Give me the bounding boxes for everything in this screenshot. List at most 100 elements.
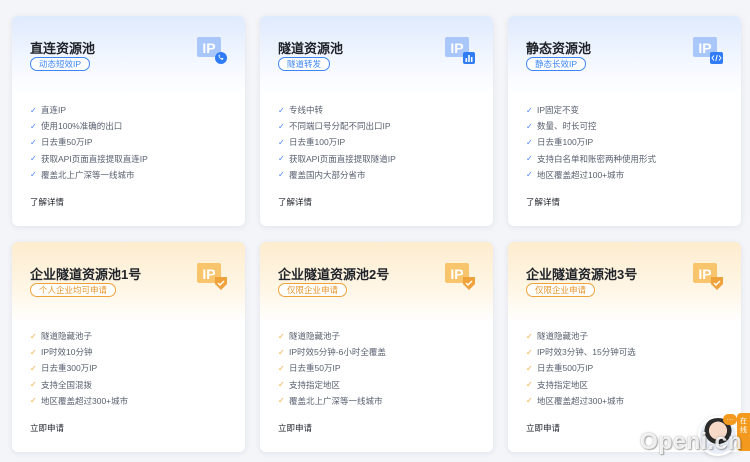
svg-text:IP: IP — [202, 266, 215, 282]
check-icon: ✓ — [30, 396, 37, 406]
check-icon: ✓ — [526, 396, 533, 406]
check-icon: ✓ — [526, 170, 533, 180]
card-badge: 仅限企业申请 — [278, 283, 348, 297]
check-icon: ✓ — [278, 154, 285, 164]
feature-item: ✓ 日去重50万IP — [278, 363, 341, 374]
feature-item: ✓ 日去重300万IP — [30, 363, 98, 374]
product-card-static-pool: 静态资源池 静态长效IP IP ✓ IP固定不变 ✓ 数量、时长可控 ✓ 日去重100… — [508, 16, 741, 226]
card-title: 静态资源池 — [526, 41, 592, 56]
apply-now-link[interactable]: 立即申请 — [30, 422, 64, 434]
ip-check-icon: IP — [197, 263, 227, 290]
feature-item: ✓ IP时效5分钟-6小时全覆盖 — [278, 347, 386, 358]
feature-item: ✓ 隧道隐藏池子 — [30, 331, 93, 342]
check-icon: ✓ — [526, 363, 533, 373]
card-badge: 仅限企业申请 — [526, 283, 596, 297]
check-icon: ✓ — [278, 105, 285, 115]
product-card-enterprise-pool-2: 企业隧道资源池2号 仅限企业申请 IP ✓ 隧道隐藏池子 ✓ IP时效5分钟-6小时… — [260, 242, 493, 452]
feature-item: ✓ 使用100%准确的出口 — [30, 121, 123, 132]
feature-list: ✓ 隧道隐藏池子 ✓ IP时效5分钟-6小时全覆盖 ✓ 日去重50万IP ✓ 支持指定地… — [278, 328, 386, 409]
feature-item: ✓ 专线中转 — [278, 105, 324, 116]
feature-item: ✓ 支持指定地区 — [526, 379, 589, 390]
feature-item: ✓ 支持指定地区 — [278, 379, 341, 390]
check-icon: ✓ — [30, 170, 37, 180]
feature-item: ✓ 获取API页面直接提取隧道IP — [278, 153, 396, 164]
check-icon: ✓ — [30, 331, 37, 341]
card-badge: 静态长效IP — [526, 57, 587, 71]
feature-item: ✓ 日去重50万IP — [30, 137, 93, 148]
svg-text:IP: IP — [450, 266, 463, 282]
check-icon: ✓ — [30, 137, 37, 147]
svg-text:IP: IP — [698, 40, 711, 56]
learn-more-link[interactable]: 了解详情 — [526, 196, 560, 208]
check-icon: ✓ — [526, 380, 533, 390]
check-icon: ✓ — [526, 154, 533, 164]
card-title: 隧道资源池 — [278, 41, 344, 56]
check-icon: ✓ — [278, 363, 285, 373]
ip-check-icon: IP — [693, 263, 723, 290]
feature-item: ✓ 隧道隐藏池子 — [526, 331, 589, 342]
product-card-tunnel-pool: 隧道资源池 隧道转发 IP ✓ 专线中转 ✓ 不同端口号分配不同出口IP ✓ 日去重1… — [260, 16, 493, 226]
svg-text:IP: IP — [202, 40, 215, 56]
feature-list: ✓ 隧道隐藏池子 ✓ IP时效3分钟、15分钟可选 ✓ 日去重500万IP ✓ 支持指定… — [526, 328, 636, 409]
feature-item: ✓ 不同端口号分配不同出口IP — [278, 121, 391, 132]
check-icon: ✓ — [526, 121, 533, 131]
check-icon: ✓ — [278, 121, 285, 131]
feature-item: ✓ 日去重100万IP — [278, 137, 346, 148]
check-icon: ✓ — [278, 396, 285, 406]
watermark: Openi.cn — [640, 428, 743, 454]
feature-list: ✓ 专线中转 ✓ 不同端口号分配不同出口IP ✓ 日去重100万IP ✓ 获取API页面… — [278, 102, 396, 183]
feature-item: ✓ 地区覆盖超过300+城市 — [526, 395, 625, 406]
apply-now-link[interactable]: 立即申请 — [278, 422, 312, 434]
card-title: 企业隧道资源池3号 — [526, 267, 638, 282]
feature-item: ✓ 支持白名单和账密两种使用形式 — [526, 153, 657, 164]
feature-list: ✓ IP固定不变 ✓ 数量、时长可控 ✓ 日去重100万IP ✓ 支持白名单和账密两种使… — [526, 102, 656, 183]
check-icon: ✓ — [30, 347, 37, 357]
check-icon: ✓ — [526, 105, 533, 115]
feature-item: ✓ 日去重500万IP — [526, 363, 594, 374]
card-title: 企业隧道资源池1号 — [30, 267, 142, 282]
check-icon: ✓ — [526, 347, 533, 357]
feature-item: ✓ 地区覆盖超过100+城市 — [526, 169, 625, 180]
feature-item: ✓ 日去重100万IP — [526, 137, 594, 148]
feature-item: ✓ 直连IP — [30, 105, 67, 116]
learn-more-link[interactable]: 了解详情 — [30, 196, 64, 208]
feature-item: ✓ 覆盖北上广深等一线城市 — [278, 395, 383, 406]
svg-text:IP: IP — [450, 40, 463, 56]
card-title: 企业隧道资源池2号 — [278, 267, 390, 282]
feature-item: ✓ 数量、时长可控 — [526, 121, 597, 132]
card-badge: 隧道转发 — [278, 57, 331, 71]
product-card-enterprise-pool-1: 企业隧道资源池1号 个人企业均可申请 IP ✓ 隧道隐藏池子 ✓ IP时效10分钟 … — [12, 242, 245, 452]
feature-item: ✓ 隧道隐藏池子 — [278, 331, 341, 342]
feature-item: ✓ IP时效3分钟、15分钟可选 — [526, 347, 636, 358]
check-icon: ✓ — [30, 121, 37, 131]
check-icon: ✓ — [278, 347, 285, 357]
feature-item: ✓ 获取API页面直接提取直连IP — [30, 153, 148, 164]
check-icon: ✓ — [30, 154, 37, 164]
feature-list: ✓ 隧道隐藏池子 ✓ IP时效10分钟 ✓ 日去重300万IP ✓ 支持全国混拨 ✓ 地区… — [30, 328, 128, 409]
check-icon: ✓ — [30, 363, 37, 373]
chat-bubble-icon[interactable]: … — [723, 414, 737, 425]
ip-code-icon: IP — [693, 37, 723, 64]
feature-item: ✓ 覆盖北上广深等一线城市 — [30, 169, 135, 180]
card-badge: 动态短效IP — [30, 57, 91, 71]
check-icon: ✓ — [278, 137, 285, 147]
check-icon: ✓ — [278, 380, 285, 390]
feature-item: ✓ 地区覆盖超过300+城市 — [30, 395, 129, 406]
apply-now-link[interactable]: 立即申请 — [526, 422, 560, 434]
ip-phone-icon: IP — [197, 37, 227, 64]
check-icon: ✓ — [278, 170, 285, 180]
feature-item: ✓ 覆盖国内大部分省市 — [278, 169, 366, 180]
check-icon: ✓ — [526, 331, 533, 341]
card-title: 直连资源池 — [30, 41, 96, 56]
check-icon: ✓ — [30, 105, 37, 115]
svg-text:IP: IP — [698, 266, 711, 282]
check-icon: ✓ — [526, 137, 533, 147]
feature-item: ✓ 支持全国混拨 — [30, 379, 93, 390]
feature-list: ✓ 直连IP ✓ 使用100%准确的出口 ✓ 日去重50万IP ✓ 获取API页面直接提… — [30, 102, 148, 183]
feature-item: ✓ IP时效10分钟 — [30, 347, 93, 358]
card-badge: 个人企业均可申请 — [30, 283, 117, 297]
ip-check-icon: IP — [445, 263, 475, 290]
product-card-direct-pool: 直连资源池 动态短效IP IP ✓ 直连IP ✓ 使用100%准确的出口 ✓ 日去重5… — [12, 16, 245, 226]
learn-more-link[interactable]: 了解详情 — [278, 196, 312, 208]
ip-chart-icon: IP — [445, 37, 475, 64]
